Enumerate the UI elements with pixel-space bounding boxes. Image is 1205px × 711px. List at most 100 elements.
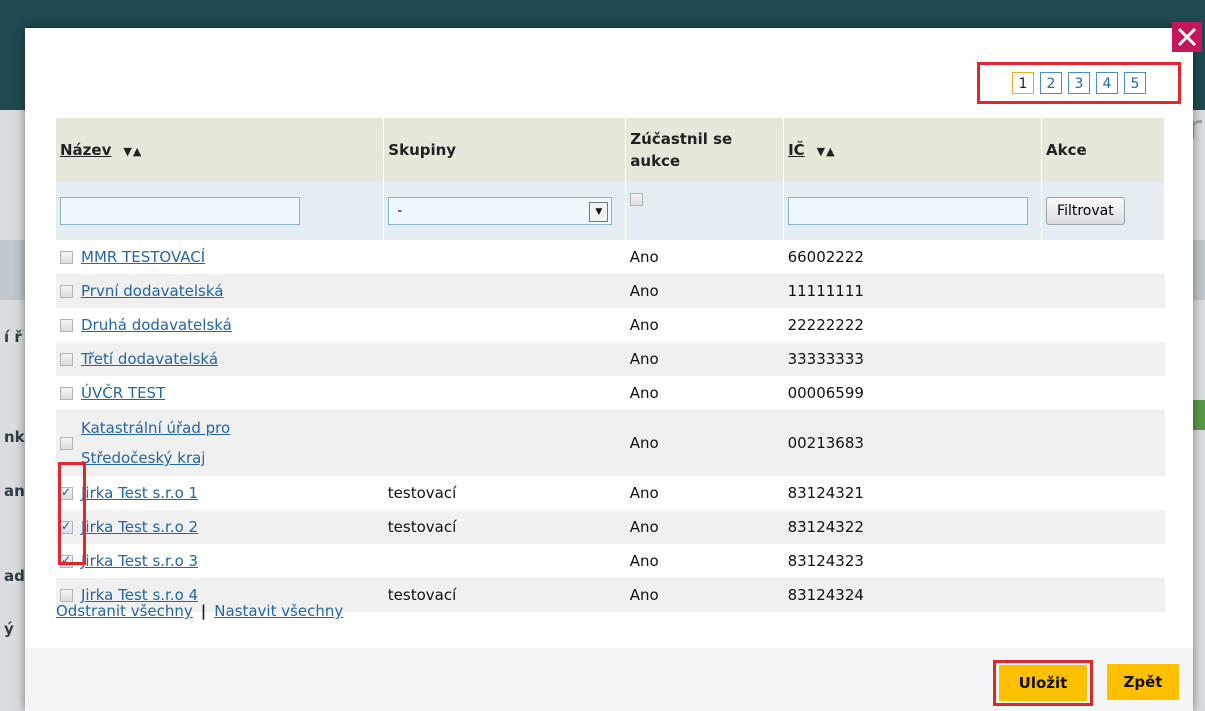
page-link-5[interactable]: 5 bbox=[1124, 72, 1146, 94]
row-select-checkbox[interactable] bbox=[60, 553, 73, 568]
row-select-checkbox[interactable] bbox=[60, 436, 73, 450]
background-text: an bbox=[4, 482, 25, 500]
participated-cell: Ano bbox=[625, 510, 784, 544]
set-all-link[interactable]: Nastavit všechny bbox=[214, 602, 343, 620]
supplier-name-link[interactable]: Katastrální úřad pro Středočeský kraj bbox=[81, 413, 230, 473]
save-button[interactable]: Uložit bbox=[999, 665, 1087, 701]
actions-cell bbox=[1041, 342, 1165, 376]
actions-cell bbox=[1041, 510, 1165, 544]
background-text: ad bbox=[4, 567, 25, 585]
ic-filter-input[interactable] bbox=[788, 197, 1029, 225]
participated-cell: Ano bbox=[629, 384, 659, 402]
group-cell bbox=[384, 544, 626, 578]
table-row: MMR TESTOVACÍ Ano 66002222 bbox=[56, 240, 1165, 274]
participated-cell: Ano bbox=[625, 410, 784, 476]
row-select-checkbox[interactable] bbox=[60, 352, 73, 366]
participated-cell: Ano bbox=[629, 248, 659, 266]
page-link-1[interactable]: 1 bbox=[1012, 72, 1034, 94]
page-link-2[interactable]: 2 bbox=[1040, 72, 1062, 94]
table-row: Jirka Test s.r.o 1 testovací Ano 8312432… bbox=[56, 476, 1165, 510]
filter-cell-name bbox=[56, 182, 385, 240]
supplier-name-link[interactable]: Druhá dodavatelská bbox=[81, 310, 232, 340]
ic-cell: 83124324 bbox=[783, 578, 1042, 612]
group-filter-value: - bbox=[397, 203, 403, 219]
ic-cell: 22222222 bbox=[787, 316, 864, 334]
dropdown-arrow-icon[interactable]: ▼ bbox=[589, 202, 609, 222]
pagination: 1 2 3 4 5 bbox=[977, 62, 1181, 104]
table-header-row: Název ▼▲ Skupiny Zúčastnil se aukce IČ ▼▲ … bbox=[56, 118, 1165, 182]
filter-button[interactable]: Filtrovat bbox=[1046, 197, 1125, 225]
row-select-checkbox[interactable] bbox=[60, 519, 73, 534]
participated-cell: Ano bbox=[629, 484, 659, 502]
sort-by-name-link[interactable]: Název bbox=[60, 141, 111, 159]
group-cell bbox=[383, 274, 626, 308]
actions-cell bbox=[1041, 578, 1165, 612]
participated-cell: Ano bbox=[629, 552, 659, 570]
column-header-ic: IČ ▼▲ bbox=[783, 118, 1043, 182]
table-row: Jirka Test s.r.o 2 testovací Ano 8312432… bbox=[56, 510, 1165, 544]
row-select-checkbox[interactable] bbox=[60, 284, 73, 298]
supplier-name-link[interactable]: Třetí dodavatelská bbox=[81, 344, 218, 374]
ic-cell: 83124322 bbox=[783, 510, 1042, 544]
group-cell bbox=[383, 342, 626, 376]
ic-cell: 83124321 bbox=[787, 484, 864, 502]
ic-cell: 00006599 bbox=[787, 384, 864, 402]
ic-cell: 83124323 bbox=[787, 552, 864, 570]
back-button[interactable]: Zpět bbox=[1107, 664, 1179, 700]
background-text: í ř bbox=[4, 328, 22, 346]
close-icon bbox=[1177, 27, 1197, 47]
filter-cell-groups: - ▼ bbox=[383, 182, 627, 240]
group-cell: testovací bbox=[387, 484, 457, 502]
supplier-name-link[interactable]: Jirka Test s.r.o 1 bbox=[81, 478, 198, 508]
bulk-actions: Odstranit všechny | Nastavit všechny bbox=[56, 602, 343, 620]
ic-cell: 33333333 bbox=[783, 342, 1042, 376]
table-row: Jirka Test s.r.o 3 Ano 83124323 bbox=[56, 544, 1165, 578]
sort-arrows-icon[interactable]: ▼▲ bbox=[123, 145, 142, 158]
table-row: ÚVČR TEST Ano 00006599 bbox=[56, 376, 1165, 410]
participated-cell: Ano bbox=[625, 578, 784, 612]
supplier-name-link[interactable]: Jirka Test s.r.o 2 bbox=[81, 512, 198, 542]
row-select-checkbox[interactable] bbox=[60, 318, 73, 332]
background-text: nk bbox=[4, 428, 25, 446]
actions-cell bbox=[1042, 376, 1165, 410]
column-header-participated: Zúčastnil se aukce bbox=[625, 118, 785, 182]
supplier-name-link[interactable]: MMR TESTOVACÍ bbox=[81, 242, 205, 272]
participated-filter-checkbox[interactable] bbox=[630, 193, 644, 206]
row-select-checkbox[interactable] bbox=[60, 250, 73, 264]
actions-cell bbox=[1042, 240, 1165, 274]
filter-cell-ic bbox=[783, 182, 1043, 240]
filter-cell-participated bbox=[625, 182, 785, 240]
remove-all-link[interactable]: Odstranit všechny bbox=[56, 602, 193, 620]
participated-cell: Ano bbox=[625, 342, 784, 376]
page-link-4[interactable]: 4 bbox=[1096, 72, 1118, 94]
supplier-name-link[interactable]: ÚVČR TEST bbox=[81, 378, 165, 408]
row-select-checkbox[interactable] bbox=[60, 386, 73, 400]
group-filter-select[interactable]: - ▼ bbox=[388, 197, 613, 225]
row-select-checkbox[interactable] bbox=[60, 485, 73, 500]
group-cell bbox=[384, 376, 626, 410]
ic-cell: 11111111 bbox=[783, 274, 1042, 308]
ic-cell: 00213683 bbox=[783, 410, 1042, 476]
sort-arrows-icon[interactable]: ▼▲ bbox=[817, 145, 836, 158]
supplier-table: Název ▼▲ Skupiny Zúčastnil se aukce IČ ▼▲ … bbox=[56, 118, 1165, 612]
page-link-3[interactable]: 3 bbox=[1068, 72, 1090, 94]
actions-cell bbox=[1042, 308, 1165, 342]
close-dialog-button[interactable] bbox=[1172, 22, 1202, 52]
actions-cell bbox=[1042, 476, 1165, 510]
supplier-name-link[interactable]: Jirka Test s.r.o 3 bbox=[81, 546, 198, 576]
group-cell bbox=[384, 308, 626, 342]
table-row: Třetí dodavatelská Ano 33333333 bbox=[56, 342, 1165, 376]
participated-cell: Ano bbox=[625, 274, 784, 308]
actions-cell bbox=[1041, 274, 1165, 308]
name-filter-input[interactable] bbox=[60, 197, 300, 225]
filter-cell-actions: Filtrovat bbox=[1041, 182, 1165, 240]
table-row: První dodavatelská Ano 11111111 bbox=[56, 274, 1165, 308]
group-cell: testovací bbox=[383, 510, 626, 544]
group-cell bbox=[384, 240, 626, 274]
column-header-groups: Skupiny bbox=[383, 118, 627, 182]
supplier-name-link[interactable]: První dodavatelská bbox=[81, 276, 223, 306]
group-cell: testovací bbox=[383, 578, 626, 612]
sort-by-ic-link[interactable]: IČ bbox=[788, 141, 805, 159]
row-select-checkbox[interactable] bbox=[60, 588, 73, 602]
separator: | bbox=[200, 602, 207, 620]
